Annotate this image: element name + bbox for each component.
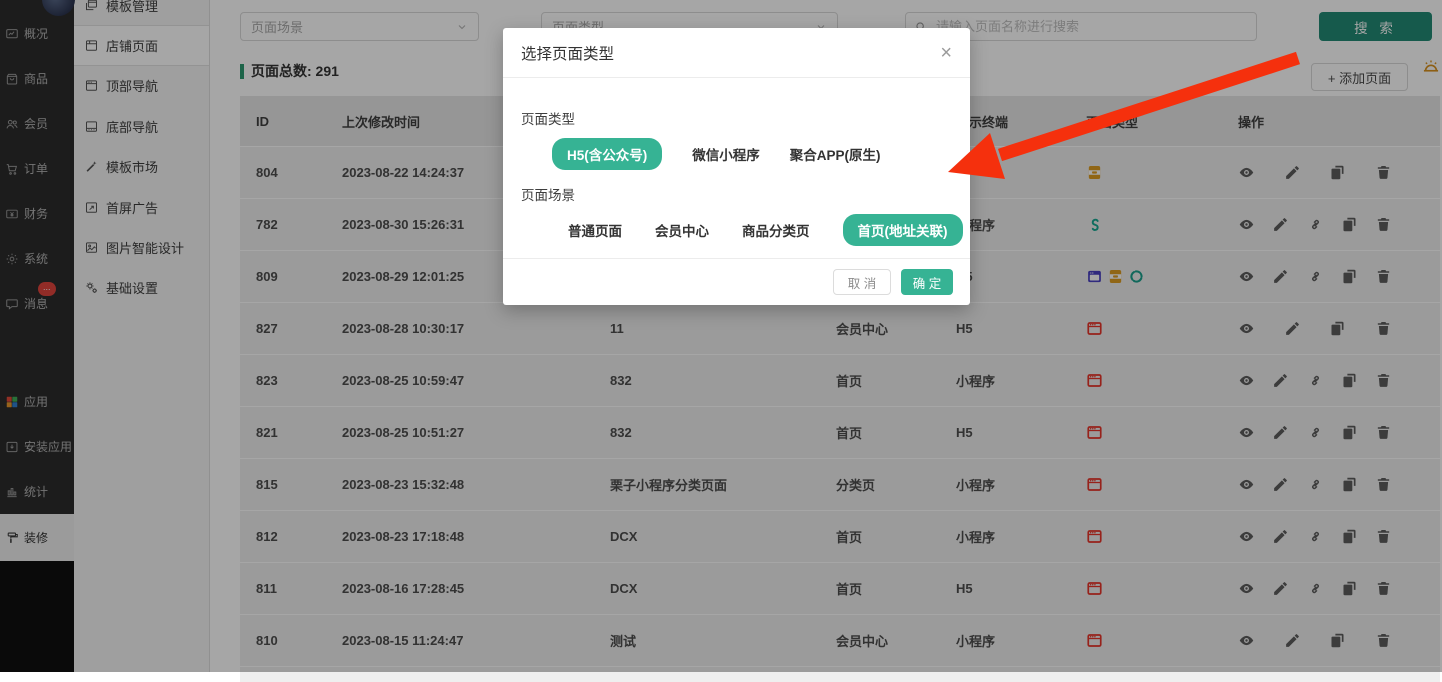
page-scene-options: 普通页面 会员中心 商品分类页 首页(地址关联) xyxy=(521,217,952,243)
option-home-page[interactable]: 首页(地址关联) xyxy=(843,214,963,246)
app-window: 概况 商品 会员 订单 财务 系统 xyxy=(0,0,1442,672)
confirm-button[interactable]: 确 定 xyxy=(901,269,953,295)
cancel-button[interactable]: 取 消 xyxy=(833,269,891,295)
option-native-app[interactable]: 聚合APP(原生) xyxy=(790,144,881,164)
option-wechat-miniprogram[interactable]: 微信小程序 xyxy=(692,144,760,164)
option-normal-page[interactable]: 普通页面 xyxy=(568,220,622,240)
close-icon[interactable]: × xyxy=(940,43,952,63)
modal-body: 页面类型 H5(含公众号) 微信小程序 聚合APP(原生) 页面场景 普通页面 … xyxy=(503,108,970,243)
option-category-page[interactable]: 商品分类页 xyxy=(742,220,810,240)
page-type-label: 页面类型 xyxy=(521,108,952,128)
page-scene-label: 页面场景 xyxy=(521,184,952,204)
modal-header: 选择页面类型 × xyxy=(503,28,970,78)
modal-footer: 取 消 确 定 xyxy=(503,258,970,305)
select-page-type-modal: 选择页面类型 × 页面类型 H5(含公众号) 微信小程序 聚合APP(原生) 页… xyxy=(503,28,970,305)
option-member-center[interactable]: 会员中心 xyxy=(655,220,709,240)
page-type-options: H5(含公众号) 微信小程序 聚合APP(原生) xyxy=(521,141,952,167)
modal-title: 选择页面类型 xyxy=(521,42,614,64)
option-h5[interactable]: H5(含公众号) xyxy=(552,138,662,170)
